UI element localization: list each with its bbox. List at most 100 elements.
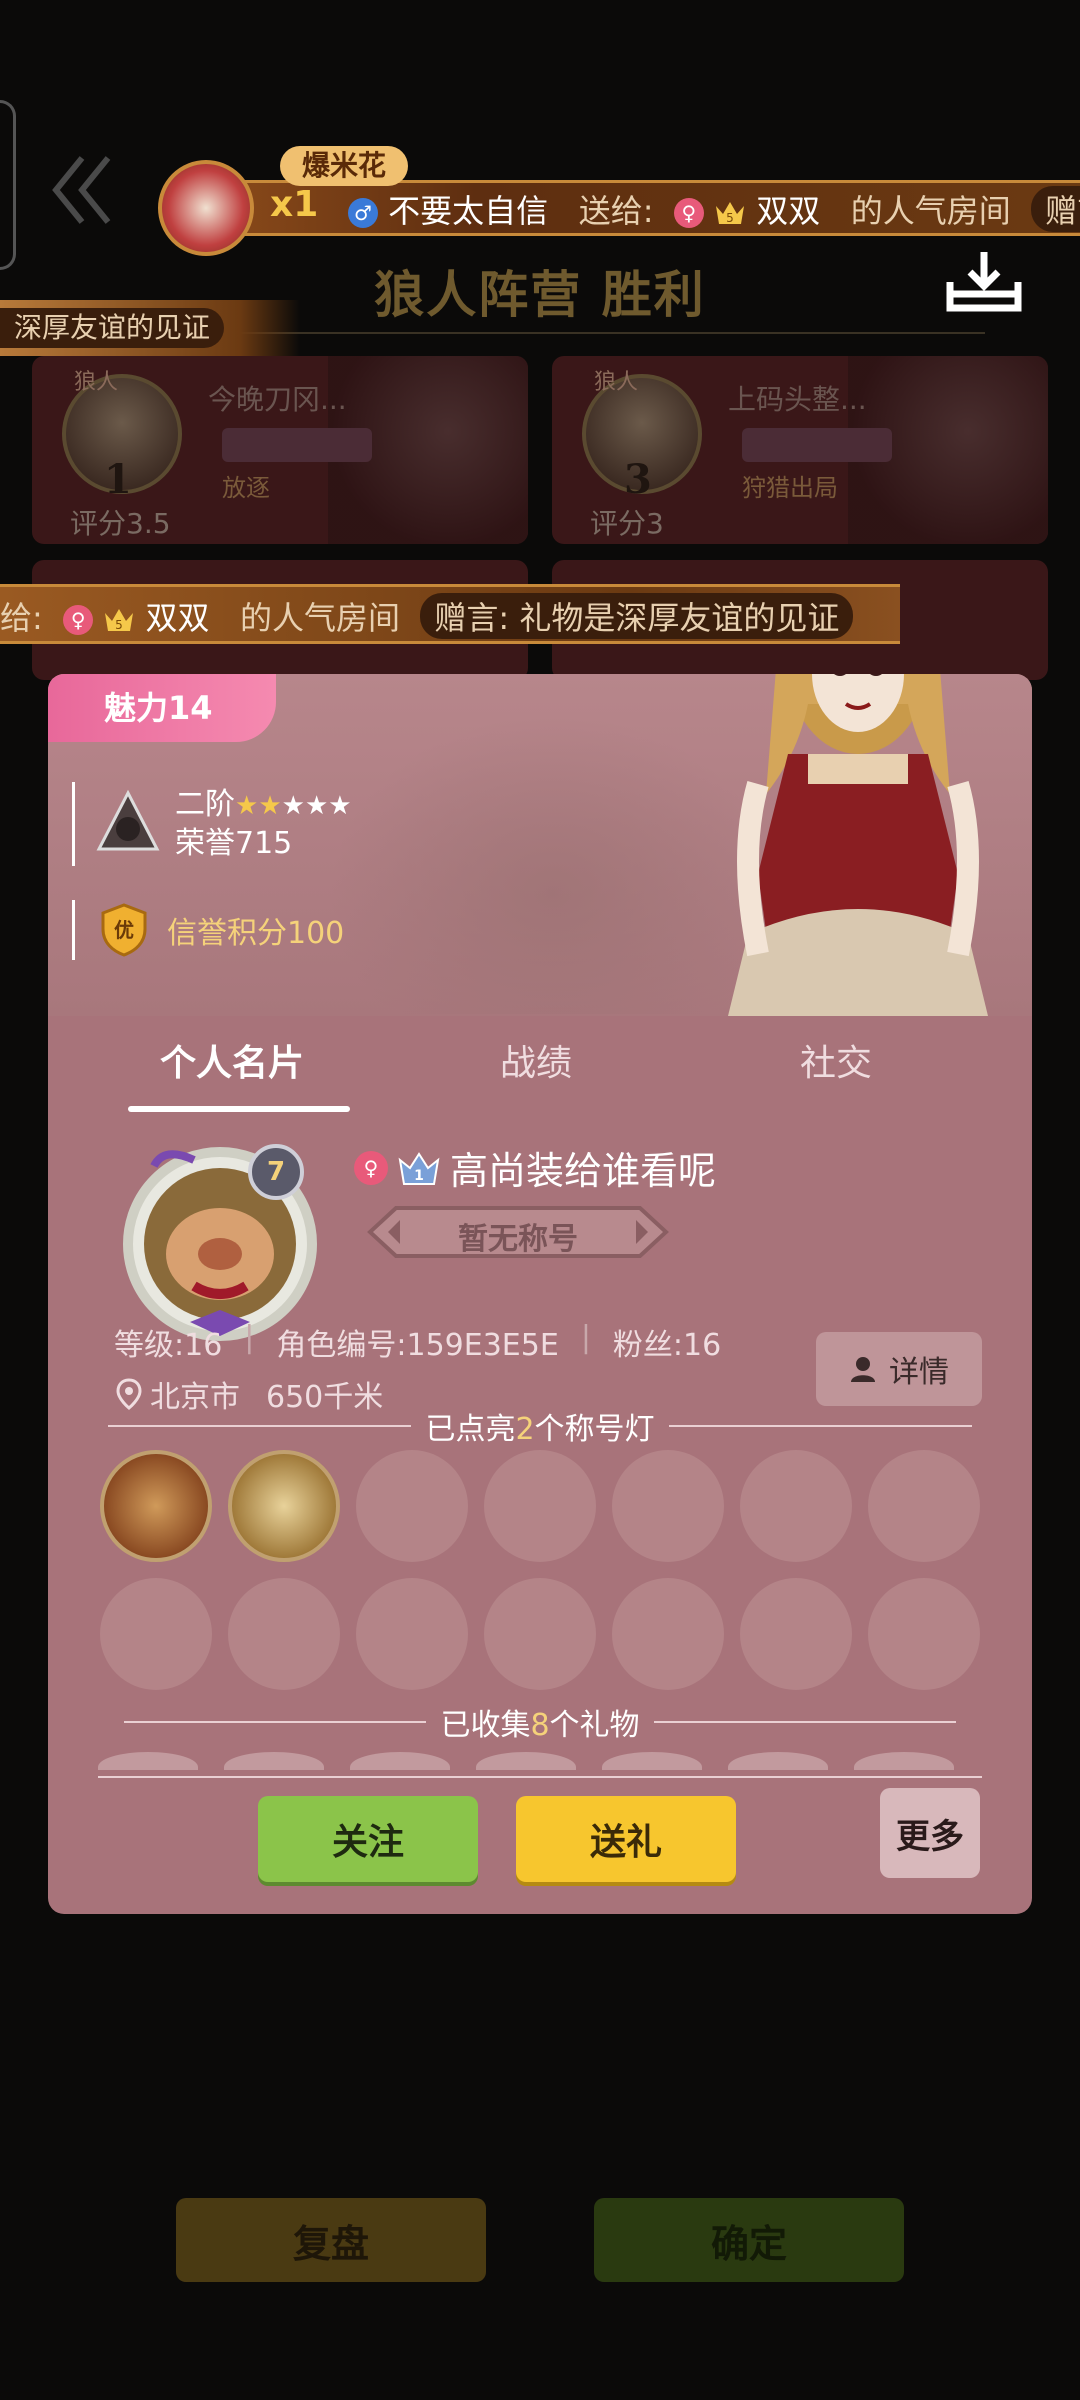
room-label: 的人气房间 (240, 599, 401, 637)
svg-text:5: 5 (726, 211, 734, 225)
sender-name: 不要太自信 (388, 192, 549, 230)
charm-label: 魅力 (104, 689, 169, 727)
empty-title-slot (612, 1578, 724, 1690)
detail-button[interactable]: 详情 (816, 1332, 982, 1406)
title-lamp-portrait-icon[interactable] (228, 1450, 340, 1562)
fans-count: 粉丝:16 (612, 1328, 722, 1363)
separator: | (244, 1320, 255, 1355)
gift-broadcast-banner: 深厚友谊的见证 (0, 300, 300, 356)
empty-title-slot (484, 1578, 596, 1690)
player-card[interactable]: 狼人 1 评分3.5 今晚刀冈... 放逐 (32, 356, 528, 544)
empty-title-slot (612, 1450, 724, 1562)
gifts-collected-text: 已收集8个礼物 (440, 1708, 640, 1743)
profile-card-modal: 魅力14 二阶★★★★★ 荣誉715 优 信誉积分100 个人名片 战绩 社交 … (48, 674, 1032, 1914)
player-badge (222, 428, 372, 462)
title-lamp-hand-icon[interactable] (100, 1450, 212, 1562)
male-icon: ♂ (348, 198, 378, 228)
player-number: 1 (104, 456, 132, 503)
replay-button[interactable]: 复盘 (176, 2198, 486, 2282)
player-status: 放逐 (222, 474, 270, 502)
rank-tier: 二阶 (175, 786, 235, 822)
rank-emblem-icon (96, 789, 160, 851)
broadcast-prefix: 给: (0, 599, 43, 637)
title-plate: 暂无称号 (366, 1202, 670, 1262)
star-empty-icon: ★ (281, 790, 305, 821)
divider (124, 1721, 427, 1723)
empty-title-slot (740, 1450, 852, 1562)
gift-broadcast-banner: 给: ♀ 5 双双 的人气房间 赠言: 礼物是深厚友谊的见证 (0, 584, 900, 644)
star-filled-icon: ★ (235, 790, 259, 821)
tab-social[interactable]: 社交 (800, 1034, 872, 1086)
character-portrait (728, 674, 988, 1016)
back-icon[interactable] (48, 150, 118, 230)
empty-title-slot (740, 1578, 852, 1690)
title-lamp-grid (100, 1450, 980, 1690)
follow-button[interactable]: 关注 (258, 1796, 478, 1882)
crown-icon: 1 (398, 1151, 440, 1185)
player-role: 狼人 (594, 370, 639, 395)
broadcast-text: 给: ♀ 5 双双 的人气房间 赠言: 礼物是深厚友谊的见证 (0, 593, 854, 639)
divider (653, 1721, 956, 1723)
nickname: 高尚装给谁看呢 (450, 1149, 717, 1193)
rank-stars: ★★★★★ (235, 787, 352, 822)
active-tab-indicator (128, 1106, 350, 1112)
crown-icon: 5 (716, 202, 745, 225)
empty-title-slot (356, 1450, 468, 1562)
role-id: 角色编号:159E3E5E (276, 1328, 559, 1363)
receiver-name: 双双 (145, 599, 210, 637)
svg-text:优: 优 (114, 918, 134, 942)
level-badge: 7 (248, 1144, 304, 1200)
empty-title-slot (228, 1578, 340, 1690)
room-label: 的人气房间 (850, 192, 1011, 230)
gift-msg-text: 礼物是深厚友谊的见证 (519, 599, 840, 637)
rank-row: 二阶★★★★★ 荣誉715 (72, 782, 352, 866)
player-score: 评分3 (590, 507, 664, 540)
player-card[interactable]: 狼人 3 评分3 上码头整... 狩猎出局 (552, 356, 1048, 544)
star-filled-icon: ★ (258, 790, 282, 821)
tab-profile-card[interactable]: 个人名片 (160, 1034, 304, 1086)
empty-title-slot (868, 1578, 980, 1690)
gift-name: 爆米花 (280, 146, 409, 186)
player-status: 狩猎出局 (742, 474, 838, 502)
gift-broadcast-banner: 爆米花 x1 ♂ 不要太自信 送给: ♀ 5 双双 的人气房间 赠言 (158, 146, 1080, 256)
titles-lit-text: 已点亮2个称号灯 (425, 1412, 655, 1447)
gift-msg-label: 赠言 (1031, 186, 1080, 232)
female-icon: ♀ (354, 1150, 388, 1185)
player-score: 评分3.5 (70, 507, 171, 540)
separator: | (580, 1320, 591, 1355)
player-name: 今晚刀冈... (208, 383, 347, 416)
divider (98, 1776, 982, 1778)
charm-value: 14 (168, 689, 213, 727)
player-name: 上码头整... (728, 383, 867, 416)
star-empty-icon: ★ (304, 790, 329, 821)
empty-title-slot (868, 1450, 980, 1562)
honor-value: 荣誉715 (175, 825, 293, 861)
side-tab[interactable] (0, 100, 16, 270)
player-badge (742, 428, 892, 462)
gifts-section-header: 已收集8个礼物 (124, 1702, 956, 1743)
receiver-name: 双双 (756, 192, 821, 230)
gift-list[interactable] (98, 1752, 982, 1770)
empty-title-slot (484, 1450, 596, 1562)
credit-score: 信誉积分100 (167, 916, 345, 951)
more-button[interactable]: 更多 (880, 1788, 980, 1878)
tab-records[interactable]: 战绩 (500, 1034, 572, 1086)
meta-row: 等级:16 | 角色编号:159E3E5E | 粉丝:16 (114, 1320, 721, 1364)
divider (108, 1425, 412, 1427)
player-role: 狼人 (74, 370, 119, 395)
profile-tabs: 个人名片 战绩 社交 (48, 1016, 1032, 1116)
name-row: ♀ 1 高尚装给谁看呢 (354, 1140, 716, 1195)
gift-count: x1 (270, 184, 319, 225)
detail-label: 详情 (889, 1355, 949, 1390)
crown-icon: 5 (105, 609, 134, 632)
send-gift-button[interactable]: 送礼 (516, 1796, 736, 1882)
confirm-button[interactable]: 确定 (594, 2198, 904, 2282)
empty-title-slot (100, 1578, 212, 1690)
charm-badge: 魅力14 (48, 674, 276, 742)
female-icon: ♀ (673, 198, 704, 228)
gift-msg-label: 赠言: (434, 599, 510, 637)
divider (668, 1425, 972, 1427)
female-icon: ♀ (63, 605, 94, 635)
level-text: 等级:16 (114, 1328, 223, 1363)
broadcast-fragment: 深厚友谊的见证 (0, 308, 225, 348)
